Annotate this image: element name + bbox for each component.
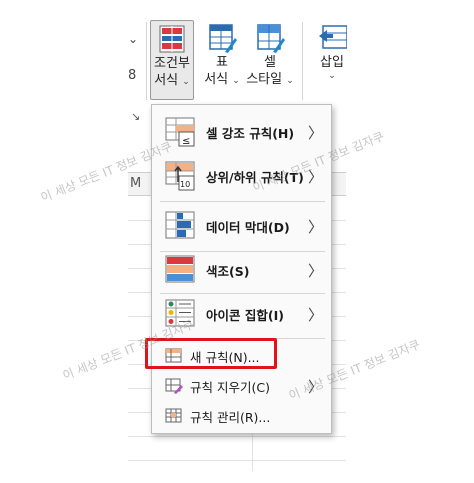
menu-item-icon-sets[interactable]: 아이콘 집합(I) 〉 [152,295,331,333]
cell-style-label-2: 스타일 ⌄ [246,72,294,87]
color-scales-icon [165,255,195,283]
column-header-m[interactable]: M [130,176,141,191]
svg-text:10: 10 [180,180,190,189]
chevron-down-icon: ⌄ [232,76,240,86]
menu-item-clear-rules[interactable]: 규칙 지우기(C) 〉 [152,373,331,399]
menu-separator [160,293,325,294]
chevron-right-icon: 〉 [307,217,323,236]
menu-item-manage-rules[interactable]: 규칙 관리(R)... [152,403,331,429]
clear-rules-icon [165,378,183,394]
menu-item-highlight-cells-rules[interactable]: ≤ 셀 강조 규칙(H) 〉 [152,113,331,151]
ribbon-left-mark: 8 [128,68,137,83]
format-table-icon [209,24,237,53]
dialog-launcher-icon[interactable]: ↘ [131,110,140,123]
menu-separator [160,201,325,202]
format-table-button[interactable]: 표 서식 ⌄ [200,22,244,90]
icon-sets-icon [165,299,195,327]
menu-item-data-bars[interactable]: 데이터 막대(D) 〉 [152,207,331,245]
cell-style-button[interactable]: 셀 스타일 ⌄ [244,22,296,90]
menu-item-color-scales[interactable]: 색조(S) 〉 [152,251,331,289]
data-bars-icon [165,211,195,239]
conditional-format-label-2: 서식 ⌄ [154,73,190,88]
ribbon-left-chevron[interactable]: ⌄ [128,32,138,46]
chevron-down-icon: ⌄ [328,71,336,81]
chevron-down-icon: ⌄ [286,76,294,86]
format-table-label-2: 서식 ⌄ [204,72,240,87]
ribbon-separator [302,22,303,100]
menu-item-top-bottom-rules[interactable]: 10 상위/하위 규칙(T) 〉 [152,157,331,195]
highlight-annotation [145,338,277,369]
insert-icon [319,25,347,49]
chevron-right-icon: 〉 [307,123,323,142]
chevron-right-icon: 〉 [307,167,323,186]
format-table-label: 표 [216,55,228,70]
conditional-format-button[interactable]: 조건부 서식 ⌄ [150,20,194,100]
menu-item-label: 규칙 관리(R)... [190,409,271,425]
ribbon-separator [146,22,147,100]
grid-row-line [128,436,346,437]
cell-style-icon [257,24,285,53]
cell-style-label: 셀 [264,55,276,70]
chevron-right-icon: 〉 [307,377,323,396]
menu-item-label: 규칙 지우기(C) [190,379,270,395]
insert-label: 삽입 [320,55,344,70]
insert-button[interactable]: 삽입 ⌄ [312,22,352,81]
conditional-format-icon [159,25,185,53]
chevron-right-icon: 〉 [307,305,323,324]
chevron-down-icon: ⌄ [182,77,190,87]
menu-item-label: 셀 강조 규칙(H) [206,125,295,141]
grid-row-line [128,460,346,461]
manage-rules-icon [165,408,182,423]
chevron-right-icon: 〉 [307,261,323,280]
top-bottom-rules-icon: 10 [165,161,195,191]
conditional-format-menu: ≤ 셀 강조 규칙(H) 〉 10 상위/하위 규칙(T) 〉 데이터 막대(D… [151,104,332,434]
svg-text:≤: ≤ [182,136,190,147]
menu-item-label: 아이콘 집합(I) [206,307,284,323]
highlight-cells-rules-icon: ≤ [165,117,195,147]
menu-item-label: 색조(S) [206,263,250,279]
menu-item-label: 상위/하위 규칙(T) [206,169,304,185]
conditional-format-label: 조건부 [154,56,190,71]
menu-item-label: 데이터 막대(D) [206,219,290,235]
